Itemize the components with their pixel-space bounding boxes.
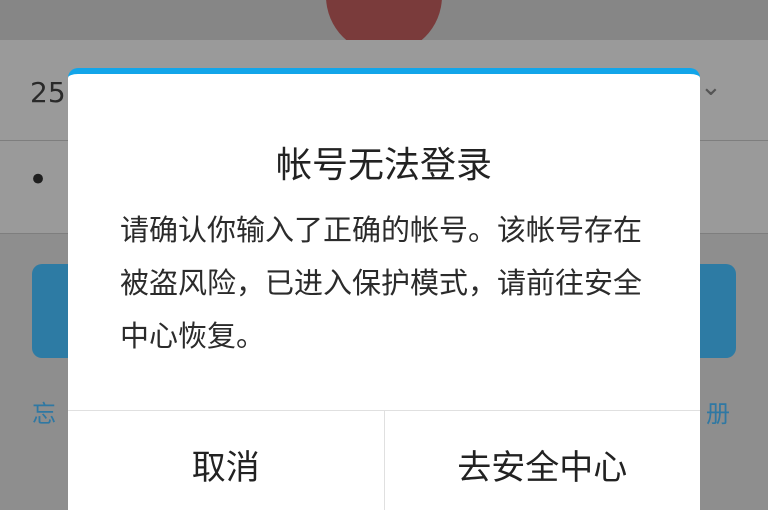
register-link[interactable]: 册 (706, 394, 730, 429)
go-to-security-center-button[interactable]: 去安全中心 (385, 411, 701, 510)
dialog-title: 帐号无法登录 (275, 145, 492, 186)
cancel-button[interactable]: 取消 (68, 411, 385, 510)
login-screen: 25 ⌄ • • 忘 册 帐号无法登录 请确认你输入了正确的帐号。该帐号存在被盗… (0, 0, 768, 510)
login-error-dialog: 帐号无法登录 请确认你输入了正确的帐号。该帐号存在被盗风险，已进入保护模式，请前… (68, 68, 700, 510)
dialog-button-bar: 取消 去安全中心 (68, 410, 700, 510)
dialog-message: 请确认你输入了正确的帐号。该帐号存在被盗风险，已进入保护模式，请前往安全中心恢复… (120, 213, 643, 353)
forgot-password-link[interactable]: 忘 (32, 394, 56, 429)
account-input-value[interactable]: 25 (30, 76, 66, 109)
chevron-down-icon[interactable]: ⌄ (700, 72, 722, 102)
